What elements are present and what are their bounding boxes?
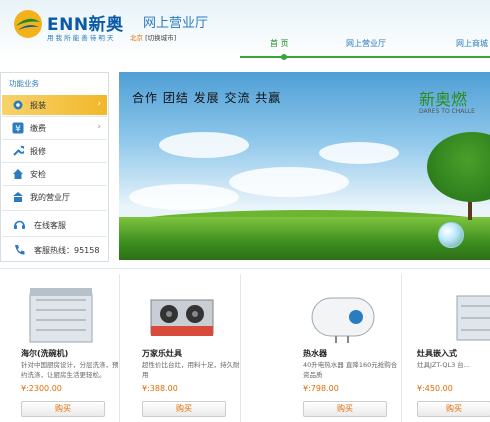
divider <box>2 162 107 163</box>
nav-active-dot <box>281 54 287 60</box>
product-card[interactable]: 热水器 40升电热水器 直降160元抢购合资品质 ¥:798.00 购买 <box>282 274 402 422</box>
hall-icon <box>13 192 23 202</box>
online-service-link[interactable]: 在线客服 <box>34 220 66 231</box>
cloud <box>129 184 239 210</box>
divider <box>2 116 107 117</box>
hotline-text: 客服热线：95158 <box>34 246 100 255</box>
product-desc: 针对中国厨房设计，分层洗涤，预约洗涤，让厨房生活更轻松。 <box>21 361 119 379</box>
nav-online-mall[interactable]: 网上商城 <box>456 38 488 56</box>
sidebar-item-payment[interactable]: ¥ 缴费 › <box>2 118 107 138</box>
yen-icon: ¥ <box>12 122 24 134</box>
sidebar-item-inspection[interactable]: 安检 <box>2 164 107 184</box>
sidebar-item-label: 我的营业厅 <box>30 193 70 202</box>
cloud <box>159 132 249 158</box>
switch-city-link[interactable]: [切换城市] <box>145 34 176 42</box>
product-card[interactable]: 海尔(洗碗机) 针对中国厨房设计，分层洗涤，预约洗涤，让厨房生活更轻松。 ¥:2… <box>0 274 120 422</box>
sidebar-item-my-hall[interactable]: 我的营业厅 <box>2 187 107 207</box>
sidebar-item-label: 报装 <box>30 101 46 110</box>
sidebar-item-label: 报修 <box>30 147 46 156</box>
divider <box>2 210 107 211</box>
sidebar-title: 功能业务 <box>9 79 39 88</box>
nav-home[interactable]: 首 页 <box>270 38 289 56</box>
sidebar-item-repair[interactable]: 报修 <box>2 141 107 161</box>
banner-brand: 新奥燃 <box>419 90 468 109</box>
nav-online-hall[interactable]: 网上营业厅 <box>346 38 386 56</box>
sidebar: 功能业务 报装 › ¥ 缴费 › 报修 安检 我的营业厅 在线客服 客服热线：9… <box>0 72 109 262</box>
sidebar-item-label: 安检 <box>30 170 46 179</box>
brand-slogan: 用 我 所 能 善 待 明 天 <box>47 34 114 42</box>
gear-icon <box>13 100 23 110</box>
buy-button[interactable]: 购买 <box>303 401 387 417</box>
nav-underline <box>240 56 490 58</box>
product-name[interactable]: 灶具嵌入式 <box>417 348 457 359</box>
built-in-stove-image[interactable] <box>451 286 490 346</box>
headset-icon <box>14 220 25 229</box>
product-name[interactable]: 海尔(洗碗机) <box>21 348 68 359</box>
city-selector[interactable]: 北京 [切换城市] <box>130 32 176 42</box>
gas-stove-image[interactable] <box>147 286 217 346</box>
product-card[interactable]: 灶具嵌入式 灶具JZT-QL3 台... ¥:450.00 购买 <box>403 274 490 422</box>
cloud <box>319 142 399 164</box>
divider <box>2 139 107 140</box>
product-card[interactable]: 万家乐灶具 超性价比台灶，用料十足，持久耐用 ¥:388.00 购买 <box>121 274 241 422</box>
product-name[interactable]: 热水器 <box>303 348 327 359</box>
banner-slogan: 合作 团结 发展 交流 共赢 <box>132 91 282 105</box>
current-city: 北京 <box>130 34 143 42</box>
page-header: ENN新奥 网上营业厅 用 我 所 能 善 待 明 天 北京 [切换城市] 首 … <box>0 0 490 62</box>
enn-logo-icon <box>14 10 42 38</box>
product-name[interactable]: 万家乐灶具 <box>142 348 182 359</box>
sidebar-item-install[interactable]: 报装 › <box>2 95 107 115</box>
bubble-decoration <box>438 222 464 248</box>
water-heater-image[interactable] <box>308 286 378 346</box>
buy-button[interactable]: 购买 <box>417 401 490 417</box>
chevron-right-icon: › <box>97 99 101 109</box>
product-price: ¥:798.00 <box>303 384 339 393</box>
grass-field <box>119 217 490 260</box>
buy-button[interactable]: 购买 <box>142 401 226 417</box>
svg-text:¥: ¥ <box>15 125 21 135</box>
divider <box>2 236 107 237</box>
divider <box>2 185 107 186</box>
section-divider <box>0 268 490 269</box>
product-desc: 40升电热水器 直降160元抢购合资品质 <box>303 361 398 379</box>
wrench-icon <box>13 145 24 156</box>
tree-crown <box>427 132 490 202</box>
product-price: ¥:450.00 <box>417 384 453 393</box>
product-price: ¥:2300.00 <box>21 384 62 393</box>
phone-icon <box>15 245 25 255</box>
banner-brand-en: DARES TO CHALLE <box>419 108 475 115</box>
sidebar-item-label: 缴费 <box>30 124 46 133</box>
product-price: ¥:388.00 <box>142 384 178 393</box>
product-desc: 灶具JZT-QL3 台... <box>417 361 470 369</box>
buy-button[interactable]: 购买 <box>21 401 105 417</box>
house-icon <box>13 169 23 179</box>
hero-banner[interactable]: 合作 团结 发展 交流 共赢 新奥燃 DARES TO CHALLE <box>119 72 490 260</box>
brand-subtitle: 网上营业厅 <box>143 16 209 31</box>
cloud <box>229 167 349 197</box>
dishwasher-image[interactable] <box>26 286 96 346</box>
chevron-right-icon: › <box>97 122 101 132</box>
product-desc: 超性价比台灶，用料十足，持久耐用 <box>142 361 240 379</box>
